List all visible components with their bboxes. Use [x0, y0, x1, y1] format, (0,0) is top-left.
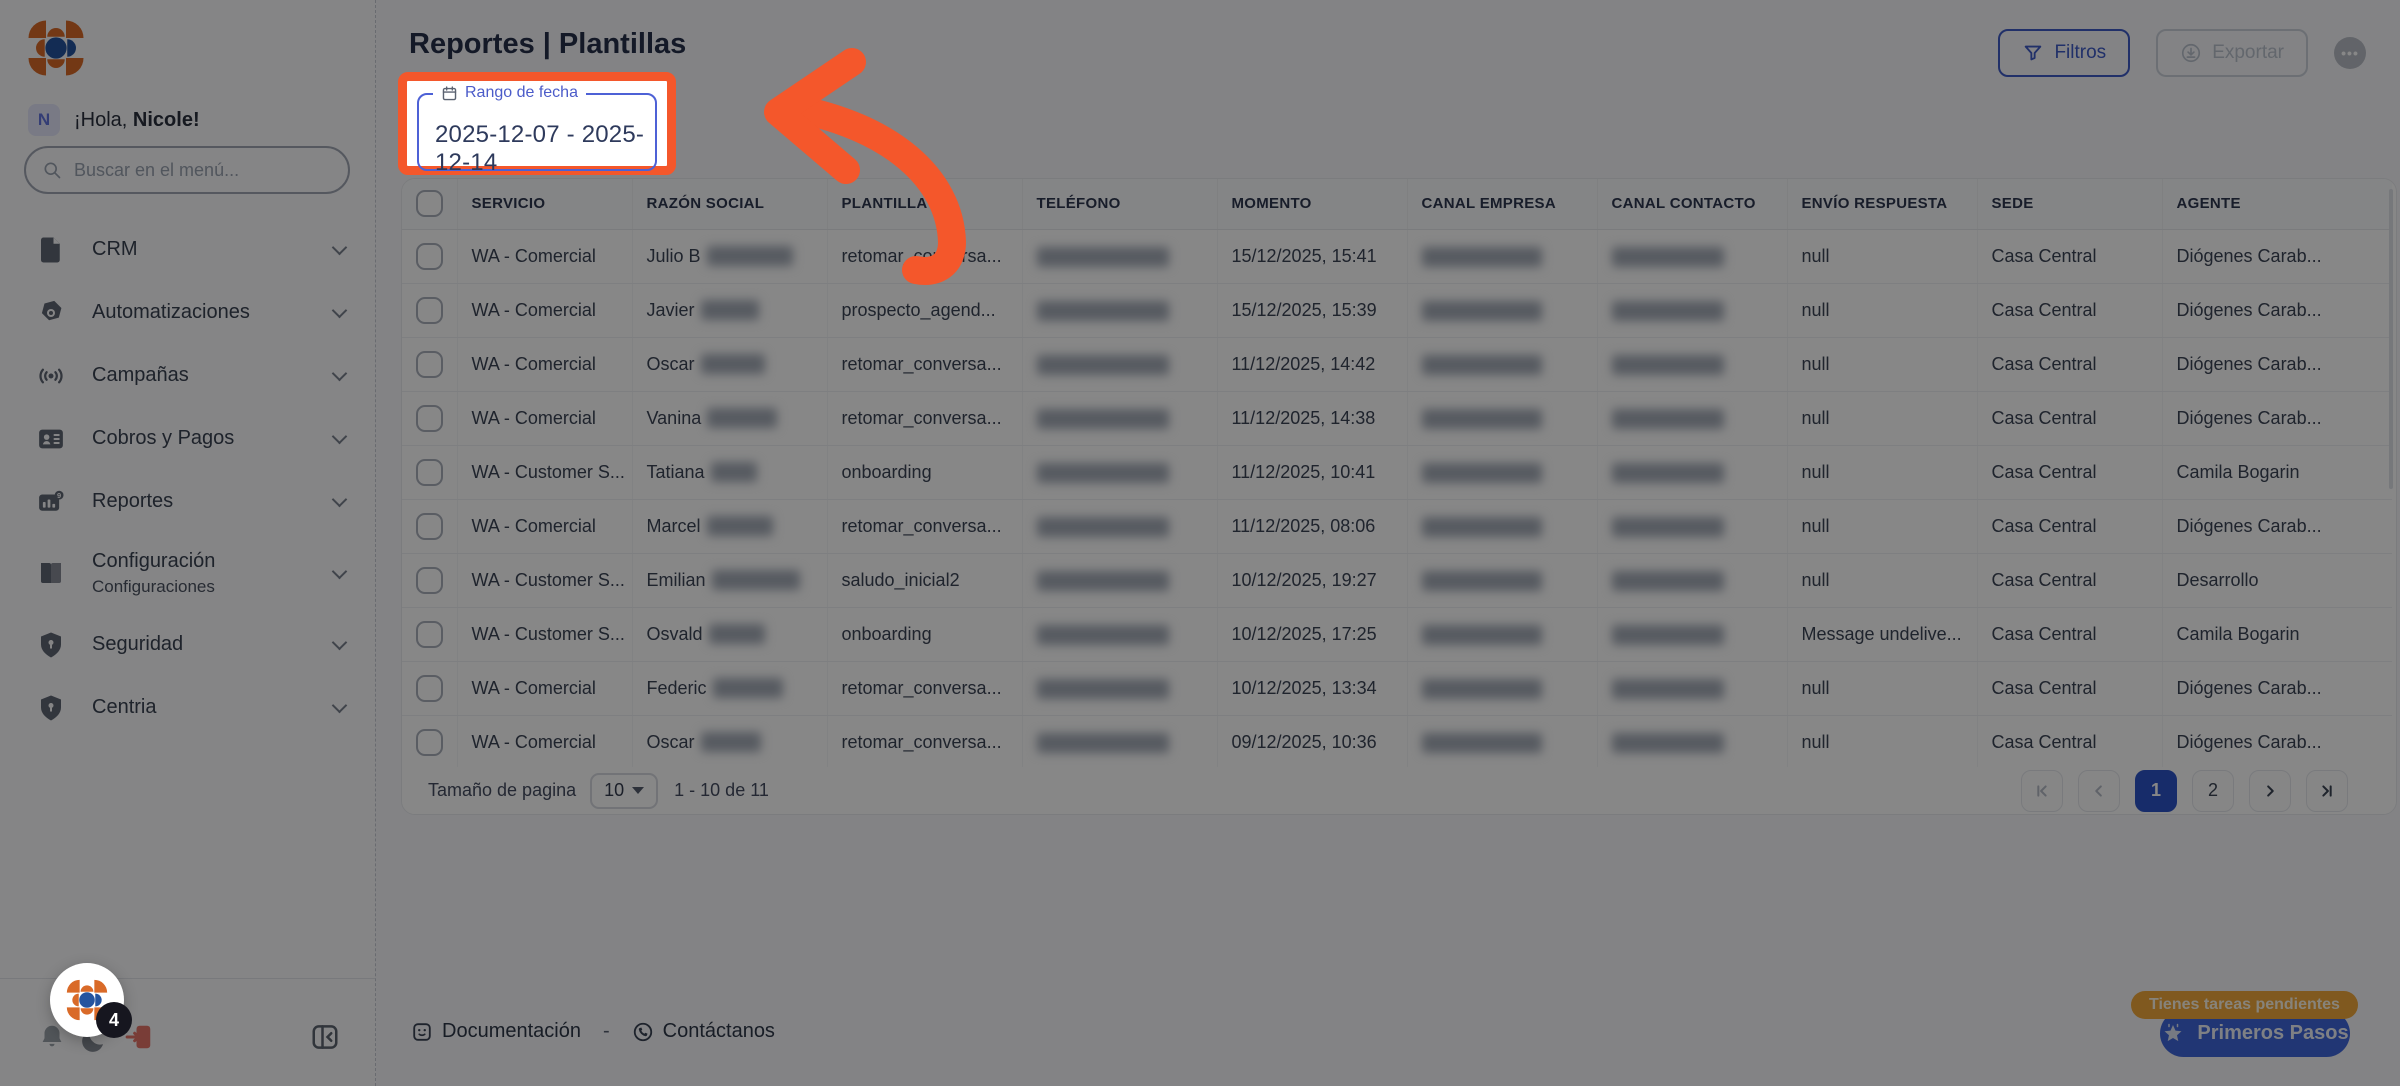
date-range-highlight: Rango de fecha 2025-12-07 - 2025-12-14 [398, 72, 676, 175]
tutorial-dim-overlay [0, 0, 2400, 1086]
date-range-label: Rango de fecha [433, 84, 586, 102]
date-range-field[interactable]: Rango de fecha 2025-12-07 - 2025-12-14 [417, 93, 657, 171]
date-range-value: 2025-12-07 - 2025-12-14 [435, 121, 644, 176]
calendar-icon [441, 85, 458, 102]
notification-badge: 4 [96, 1002, 132, 1038]
